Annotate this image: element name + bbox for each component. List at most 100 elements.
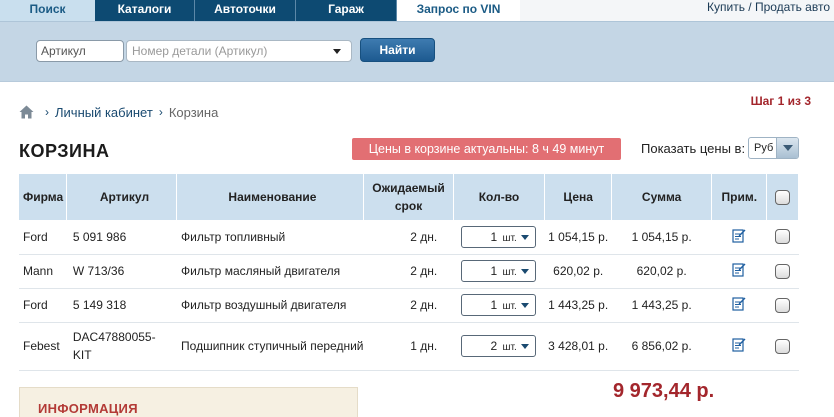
table-row: Ford 5 091 986 Фильтр топливный 2 дн. 1 … [19,220,799,255]
cell-firm: Ford [19,220,67,255]
cell-note [711,288,767,323]
cell-qty: 2 шт. [453,322,545,371]
cell-select [766,254,799,289]
edit-note-icon[interactable] [732,262,746,277]
cell-sum: 620,02 р. [611,254,712,289]
currency-select[interactable]: Руб [748,137,799,159]
row-checkbox[interactable] [775,263,791,279]
table-header-row: Фирма Артикул Наименование Ожидаемый сро… [19,174,799,220]
quantity-unit: шт. [502,301,517,312]
column-header-qty: Кол-во [453,174,546,220]
cell-qty: 1 шт. [453,220,545,255]
cart-total: 9 973,44 р. [613,380,715,402]
breadcrumb-separator-icon: › [158,105,163,119]
cell-article: W 713/36 [66,254,177,289]
quantity-unit: шт. [502,342,517,353]
tab-catalogs[interactable]: Каталоги [95,0,195,21]
tab-autopoints[interactable]: Автоточки [195,0,296,21]
cell-term: 1 дн. [363,322,454,371]
quantity-value: 1 [490,264,498,278]
cell-firm: Febest [19,322,67,371]
quantity-unit: шт. [502,267,517,278]
quantity-select[interactable]: 1 шт. [461,294,537,316]
cell-note [711,220,767,255]
chevron-down-icon[interactable] [333,49,341,54]
cell-name: Фильтр воздушный двигателя [176,288,364,323]
home-icon[interactable] [19,105,34,119]
cell-price: 3 428,01 р. [544,322,612,371]
table-row: Febest DAC47880055-KIT Подшипник ступичн… [19,322,799,371]
cell-sum: 6 856,02 р. [611,322,712,371]
breadcrumb-separator-icon: › [45,105,49,119]
edit-note-icon[interactable] [732,296,746,311]
quantity-unit: шт. [502,232,517,244]
currency-value: Руб [754,142,774,154]
cell-sum: 1 054,15 р. [611,220,712,255]
tab-garage[interactable]: Гараж [296,0,397,21]
buy-sell-car-link[interactable]: Купить / Продать авто [707,0,830,21]
chevron-down-icon [521,269,530,274]
cell-select [766,288,799,323]
chevron-down-icon[interactable] [776,138,798,158]
breadcrumb: › Личный кабинет › Корзина [19,103,218,121]
cell-price: 1 054,15 р. [544,220,612,255]
top-navigation: Поиск Каталоги Автоточки Гараж Запрос по… [0,0,834,21]
cart-table: Фирма Артикул Наименование Ожидаемый сро… [19,174,799,371]
column-header-note: Прим. [711,174,768,220]
cell-price: 1 443,25 р. [544,288,612,323]
step-indicator: Шаг 1 из 3 [750,94,811,108]
part-number-placeholder: Номер детали (Артикул) [132,44,268,58]
breadcrumb-current: Корзина [168,104,219,120]
row-checkbox[interactable] [775,297,791,313]
cell-select [766,322,799,371]
column-header-price: Цена [544,174,613,220]
quantity-value: 1 [490,229,498,244]
row-checkbox[interactable] [775,338,791,354]
search-type-select[interactable]: Артикул [36,40,124,62]
tab-vin-request[interactable]: Запрос по VIN [397,0,520,21]
tab-search[interactable]: Поиск [0,0,95,21]
breadcrumb-account-link[interactable]: Личный кабинет [55,105,153,120]
quantity-select[interactable]: 1 шт. [461,225,537,248]
cell-article: 5 091 986 [66,220,177,255]
column-header-select-all [766,174,799,220]
quantity-select[interactable]: 1 шт. [461,260,537,282]
cell-name: Фильтр топливный [176,220,364,255]
table-row: Mann W 713/36 Фильтр масляный двигателя … [19,254,799,289]
chevron-down-icon [521,234,530,240]
chevron-down-icon [521,303,530,308]
cell-name: Фильтр масляный двигателя [176,254,364,289]
quantity-value: 2 [490,339,498,353]
column-header-sum: Сумма [611,174,713,220]
cell-note [711,254,767,289]
currency-label: Показать цены в: [641,141,746,156]
cell-term: 2 дн. [363,254,454,289]
cell-qty: 1 шт. [453,254,545,289]
cell-note [711,322,767,371]
cell-name: Подшипник ступичный передний [176,322,364,371]
cell-price: 620,02 р. [544,254,612,289]
edit-note-icon[interactable] [732,228,746,243]
column-header-article: Артикул [66,174,177,220]
cell-term: 2 дн. [363,288,454,323]
quantity-select[interactable]: 2 шт. [461,335,537,357]
cell-select [766,220,799,255]
cell-firm: Ford [19,288,67,323]
part-number-input[interactable]: Номер детали (Артикул) [126,40,352,62]
cell-qty: 1 шт. [453,288,545,323]
quantity-value: 1 [490,298,498,312]
column-header-term-line2: срок [394,199,423,213]
row-checkbox[interactable] [775,229,791,245]
column-header-firm: Фирма [19,174,68,220]
info-title: ИНФОРМАЦИЯ [38,401,138,416]
select-all-checkbox[interactable] [775,190,791,206]
chevron-down-icon [521,344,530,349]
price-validity-badge: Цены в корзине актуальны: 8 ч 49 минут [352,138,621,160]
cell-article: 5 149 318 [66,288,177,323]
table-row: Ford 5 149 318 Фильтр воздушный двигател… [19,288,799,323]
search-bar: Артикул Номер детали (Артикул) Найти [0,21,834,82]
column-header-name: Наименование [176,174,365,220]
find-button[interactable]: Найти [360,38,435,62]
column-header-term: Ожидаемый срок [363,174,454,220]
edit-note-icon[interactable] [732,337,746,352]
